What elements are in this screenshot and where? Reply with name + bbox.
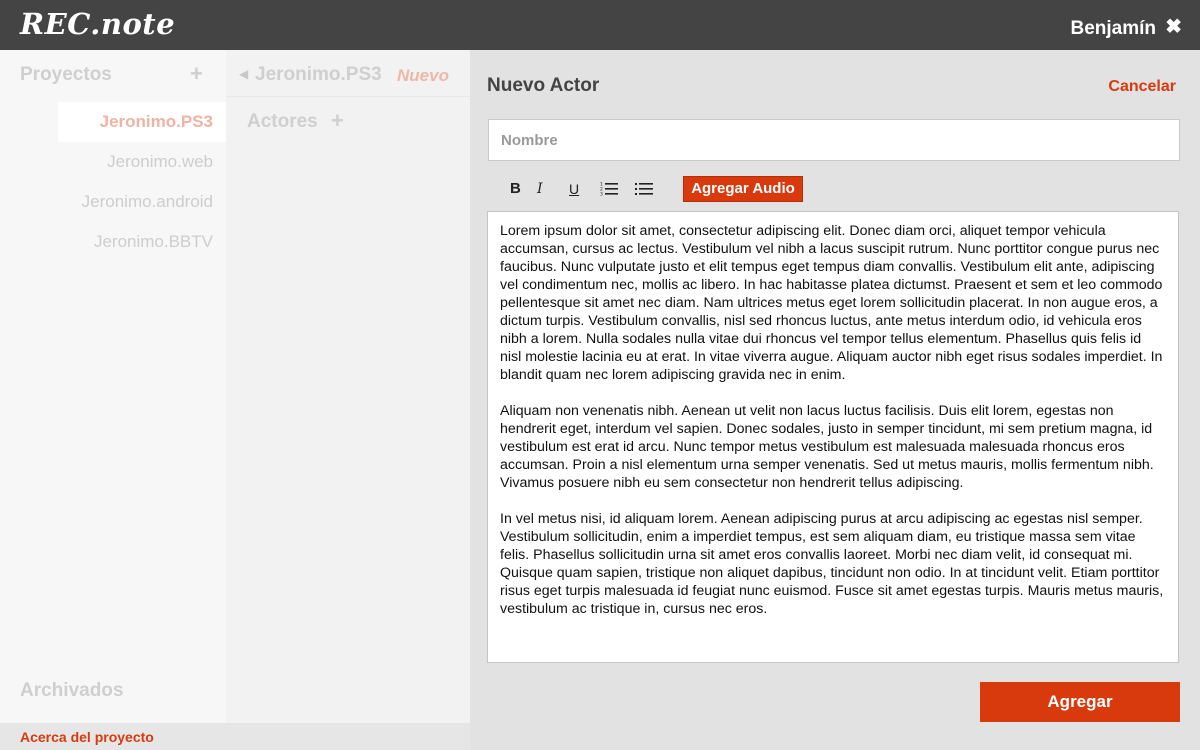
svg-text:3: 3 bbox=[600, 192, 603, 198]
panel-title: Nuevo Actor bbox=[487, 75, 600, 96]
archived-link[interactable]: Archivados bbox=[20, 680, 123, 702]
about-project-link[interactable]: Acerca del proyecto bbox=[20, 729, 154, 745]
italic-button[interactable]: I bbox=[537, 179, 543, 199]
projects-sidebar: Proyectos + Jeronimo.PS3 Jeronimo.web Je… bbox=[0, 50, 226, 750]
about-bar: Acerca del proyecto bbox=[0, 723, 226, 750]
editor-paragraph: Aliquam non venenatis nibh. Aenean ut ve… bbox=[500, 403, 1154, 491]
rich-text-editor[interactable]: Lorem ipsum dolor sit amet, consectetur … bbox=[487, 211, 1179, 663]
project-item-jeronimo-bbtv[interactable]: Jeronimo.BBTV bbox=[58, 222, 226, 262]
project-item-jeronimo-android[interactable]: Jeronimo.android bbox=[58, 182, 226, 222]
ordered-list-icon[interactable]: 1 2 3 bbox=[600, 179, 620, 199]
project-detail-title: Jeronimo.PS3 bbox=[255, 64, 382, 85]
project-item-jeronimo-web[interactable]: Jeronimo.web bbox=[58, 142, 226, 182]
editor-paragraph: In vel metus nisi, id aliquam lorem. Aen… bbox=[500, 511, 1164, 617]
project-detail-header: ◀ Jeronimo.PS3 Nuevo bbox=[226, 50, 470, 97]
new-actor-panel: Nuevo Actor Cancelar B I U 1 2 3 Agregar… bbox=[470, 50, 1200, 750]
cancel-button[interactable]: Cancelar bbox=[1108, 78, 1176, 96]
project-item-jeronimo-ps3[interactable]: Jeronimo.PS3 bbox=[58, 102, 226, 142]
actors-label: Actores bbox=[247, 111, 318, 132]
projects-title: Proyectos bbox=[20, 64, 112, 85]
add-audio-button[interactable]: Agregar Audio bbox=[683, 176, 803, 202]
underline-button[interactable]: U bbox=[569, 179, 579, 199]
submit-add-button[interactable]: Agregar bbox=[980, 682, 1180, 722]
user-name[interactable]: Benjamín bbox=[1070, 18, 1156, 40]
app-logo: REC.note bbox=[20, 7, 176, 41]
editor-paragraph: Lorem ipsum dolor sit amet, consectetur … bbox=[500, 223, 1163, 383]
triangle-left-icon[interactable]: ◀ bbox=[239, 67, 248, 81]
close-icon[interactable]: ✖ bbox=[1165, 16, 1182, 38]
name-input[interactable] bbox=[488, 119, 1180, 161]
bullet-list-icon[interactable] bbox=[635, 179, 655, 199]
column-footer bbox=[226, 723, 470, 750]
add-project-icon[interactable]: + bbox=[190, 61, 203, 87]
add-actor-icon[interactable]: + bbox=[331, 108, 344, 134]
project-detail-column: ◀ Jeronimo.PS3 Nuevo Actores + bbox=[226, 50, 470, 750]
bold-button[interactable]: B bbox=[510, 179, 521, 199]
new-link[interactable]: Nuevo bbox=[397, 66, 449, 86]
top-bar: REC.note Benjamín ✖ bbox=[0, 0, 1200, 50]
